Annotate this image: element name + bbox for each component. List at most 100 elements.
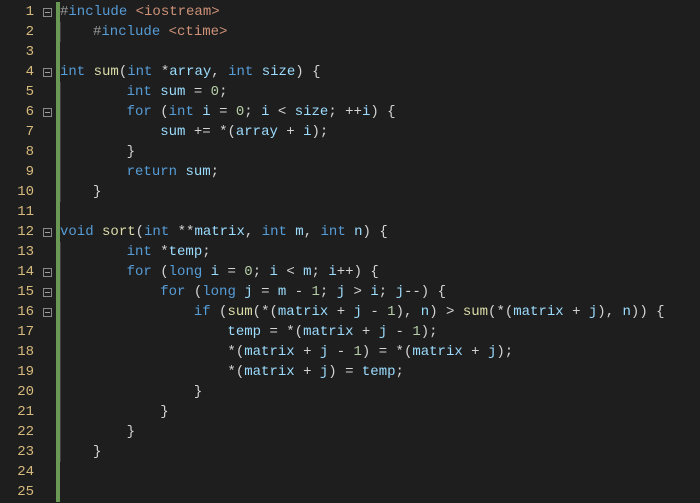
token-txt	[295, 364, 303, 380]
fold-toggle-icon[interactable]	[38, 62, 56, 82]
token-op: =	[194, 84, 202, 100]
code-line[interactable]: }	[60, 382, 665, 402]
token-txt	[93, 244, 127, 260]
token-type: int	[144, 224, 178, 240]
token-txt	[286, 104, 294, 120]
token-punc: (	[269, 304, 277, 320]
token-id: matrix	[244, 344, 294, 360]
token-punc: (	[236, 364, 244, 380]
token-txt	[311, 364, 319, 380]
fold-toggle-icon[interactable]	[38, 2, 56, 22]
code-line[interactable]: int sum(int *array, int size) {	[60, 62, 665, 82]
code-tokens: for (int i = 0; i < size; ++i) {	[93, 102, 396, 122]
code-line[interactable]: for (long j = m - 1; j > i; j--) {	[60, 282, 665, 302]
indent-guide	[60, 102, 65, 122]
token-op: ++	[337, 264, 354, 280]
token-punc: ;	[253, 264, 270, 280]
token-kw: for	[127, 264, 152, 280]
code-line[interactable]: }	[60, 402, 665, 422]
token-punc: }	[93, 444, 101, 460]
token-txt	[270, 104, 278, 120]
line-number: 9	[0, 162, 38, 182]
token-punc: )) {	[631, 304, 665, 320]
line-number: 7	[0, 122, 38, 142]
token-txt	[211, 104, 219, 120]
code-line[interactable]: }	[60, 182, 665, 202]
fold-toggle-icon[interactable]	[38, 262, 56, 282]
fold-spacer	[38, 182, 56, 202]
line-number: 13	[0, 242, 38, 262]
line-number: 25	[0, 482, 38, 502]
line-number: 1	[0, 2, 38, 22]
token-op: ++	[345, 104, 362, 120]
line-number: 22	[0, 422, 38, 442]
token-punc: (	[505, 304, 513, 320]
code-line[interactable]: }	[60, 422, 665, 442]
fold-spacer	[38, 22, 56, 42]
token-id: matrix	[513, 304, 563, 320]
code-line[interactable]: sum += *(array + i);	[60, 122, 665, 142]
token-type: int	[127, 84, 161, 100]
code-line[interactable]	[60, 462, 665, 482]
token-txt	[152, 264, 160, 280]
code-tokens: int *temp;	[93, 242, 211, 262]
token-txt	[93, 364, 227, 380]
fold-toggle-icon[interactable]	[38, 222, 56, 242]
fold-toggle-icon[interactable]	[38, 102, 56, 122]
line-number: 21	[0, 402, 38, 422]
fold-gutter[interactable]	[38, 0, 56, 503]
code-line[interactable]	[60, 42, 665, 62]
fold-spacer	[38, 462, 56, 482]
token-punc: (	[160, 264, 168, 280]
token-punc: ;	[211, 164, 219, 180]
token-op: *	[161, 64, 169, 80]
code-line[interactable]	[60, 202, 665, 222]
token-txt	[93, 404, 160, 420]
fold-toggle-icon[interactable]	[38, 282, 56, 302]
fold-spacer	[38, 482, 56, 502]
code-line[interactable]: void sort(int **matrix, int m, int n) {	[60, 222, 665, 242]
token-type: int	[127, 64, 161, 80]
code-line[interactable]	[60, 482, 665, 502]
code-line[interactable]: int *temp;	[60, 242, 665, 262]
code-tokens: }	[93, 402, 169, 422]
code-area[interactable]: #include <iostream>#include <ctime> int s…	[60, 0, 665, 503]
line-number: 16	[0, 302, 38, 322]
line-number: 11	[0, 202, 38, 222]
code-line[interactable]: }	[60, 142, 665, 162]
code-line[interactable]: for (long i = 0; i < m; i++) {	[60, 262, 665, 282]
code-line[interactable]: #include <iostream>	[60, 2, 665, 22]
token-txt	[211, 304, 219, 320]
token-txt	[328, 344, 336, 360]
token-punc: (	[136, 224, 144, 240]
code-line[interactable]: *(matrix + j - 1) = *(matrix + j);	[60, 342, 665, 362]
fold-spacer	[38, 122, 56, 142]
line-number: 4	[0, 62, 38, 82]
token-id: i	[202, 104, 210, 120]
token-op: =	[227, 264, 235, 280]
code-line[interactable]: for (int i = 0; i < size; ++i) {	[60, 102, 665, 122]
fold-spacer	[38, 202, 56, 222]
line-number-gutter: 1234567891011121314151617181920212223242…	[0, 0, 38, 503]
code-line[interactable]: return sum;	[60, 162, 665, 182]
code-tokens: *(matrix + j - 1) = *(matrix + j);	[93, 342, 513, 362]
token-punc: (	[253, 304, 261, 320]
token-txt	[93, 344, 227, 360]
code-line[interactable]: *(matrix + j) = temp;	[60, 362, 665, 382]
token-txt	[93, 424, 127, 440]
code-line[interactable]: #include <ctime>	[60, 22, 665, 42]
token-hdr: <iostream>	[136, 4, 220, 20]
code-line[interactable]: }	[60, 442, 665, 462]
token-id: i	[270, 264, 278, 280]
code-line[interactable]: temp = *(matrix + j - 1);	[60, 322, 665, 342]
code-editor[interactable]: 1234567891011121314151617181920212223242…	[0, 0, 700, 503]
code-tokens: return sum;	[93, 162, 219, 182]
fold-toggle-icon[interactable]	[38, 302, 56, 322]
token-op: =	[345, 364, 353, 380]
line-number: 17	[0, 322, 38, 342]
fold-spacer	[38, 362, 56, 382]
code-tokens: for (long i = 0; i < m; i++) {	[93, 262, 379, 282]
token-punc: )	[328, 364, 345, 380]
code-line[interactable]: int sum = 0;	[60, 82, 665, 102]
code-line[interactable]: if (sum(*(matrix + j - 1), n) > sum(*(ma…	[60, 302, 665, 322]
